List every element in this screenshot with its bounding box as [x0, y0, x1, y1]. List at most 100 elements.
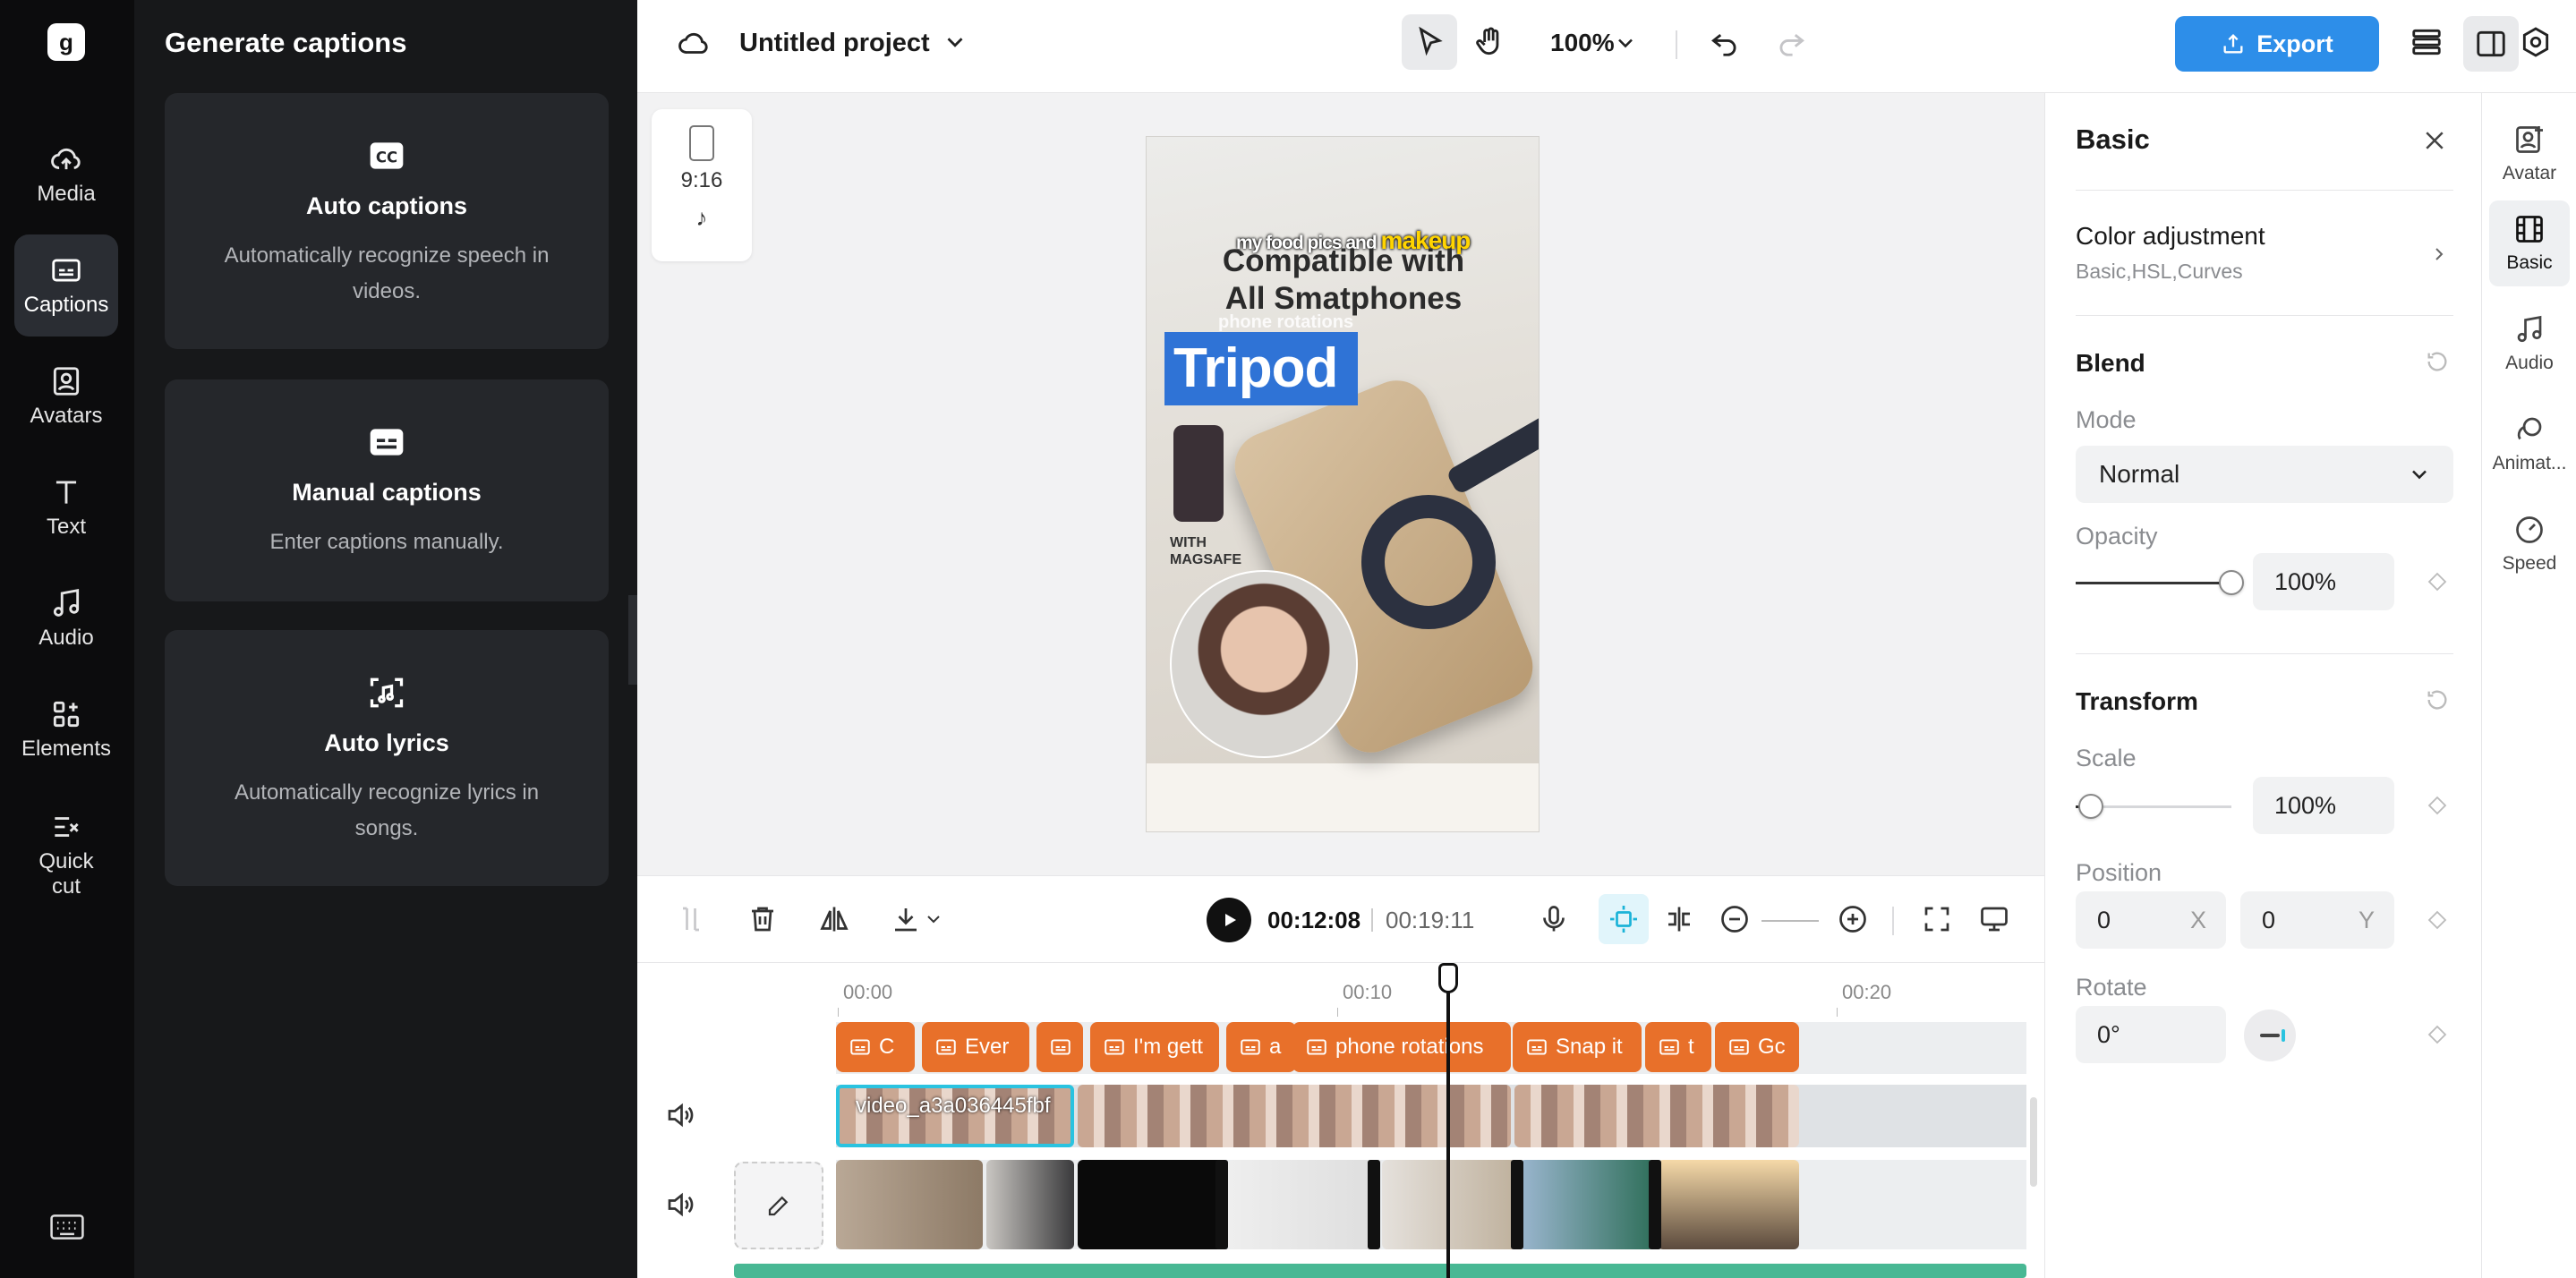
blend-mode-value: Normal — [2099, 460, 2180, 488]
fullscreen-button[interactable] — [1917, 899, 1957, 939]
keyframe-diamond-icon[interactable] — [2427, 795, 2448, 816]
rail-item-quick-cut[interactable]: Quick cut — [14, 797, 118, 913]
reset-icon[interactable] — [2425, 687, 2450, 712]
zoom-out-button[interactable] — [1715, 899, 1754, 939]
scale-input[interactable]: 100% — [2253, 777, 2394, 834]
rail-item-text[interactable]: Text — [14, 456, 118, 558]
right-rail-audio[interactable]: Audio — [2489, 301, 2570, 387]
project-title[interactable]: Untitled project — [739, 29, 930, 58]
timeline-scrollbar[interactable] — [2030, 1097, 2037, 1187]
zoom-out-icon — [1721, 906, 1748, 933]
record-voice-button[interactable] — [1534, 899, 1574, 939]
position-y-input[interactable]: 0 Y — [2240, 891, 2394, 949]
broll-clip[interactable] — [1520, 1160, 1654, 1249]
caption-clip[interactable]: Ever — [922, 1022, 1029, 1072]
broll-clip[interactable] — [1658, 1160, 1799, 1249]
aspect-ratio-selector[interactable]: 9:16 ♪ — [652, 109, 752, 261]
rail-item-elements[interactable]: Elements — [14, 678, 118, 780]
clip-trim-handle[interactable] — [1215, 1160, 1228, 1249]
preview-caption-word[interactable]: Tripod — [1164, 332, 1358, 405]
caption-clip[interactable]: I'm gett — [1090, 1022, 1219, 1072]
right-rail-basic[interactable]: Basic — [2489, 200, 2570, 286]
broll-clip[interactable] — [836, 1160, 983, 1249]
rotate-input[interactable]: 0° — [2076, 1006, 2226, 1063]
zoom-menu-button[interactable] — [1613, 30, 1638, 55]
snap-toggle[interactable] — [1599, 894, 1649, 944]
timeline-zoom-slider[interactable] — [1761, 920, 1819, 922]
rail-item-label: Audio — [38, 626, 94, 650]
keyframe-diamond-icon[interactable] — [2427, 909, 2448, 931]
keyframe-diamond-icon[interactable] — [2427, 1024, 2448, 1045]
broll-clip[interactable] — [1228, 1160, 1378, 1249]
caption-clip[interactable]: C — [836, 1022, 915, 1072]
caption-clip-text: Ever — [965, 1035, 1010, 1059]
text-icon — [55, 481, 77, 504]
keyframe-diamond-icon[interactable] — [2427, 571, 2448, 592]
settings-button[interactable] — [2519, 25, 2553, 59]
caption-clip[interactable]: Snap it — [1513, 1022, 1642, 1072]
opacity-slider[interactable] — [2076, 570, 2244, 595]
video-clip[interactable] — [1514, 1085, 1799, 1147]
project-menu-button[interactable] — [942, 29, 968, 55]
layers-button[interactable] — [2410, 25, 2444, 59]
preview-avatar-bubble[interactable] — [1170, 570, 1358, 758]
download-menu-button[interactable] — [920, 899, 947, 939]
play-button[interactable] — [1207, 898, 1251, 942]
slider-knob[interactable] — [2078, 794, 2104, 819]
panel-layout-button[interactable] — [2463, 16, 2519, 72]
clip-trim-handle[interactable] — [1368, 1160, 1380, 1249]
close-icon[interactable] — [2421, 127, 2448, 154]
manual-captions-card[interactable]: Manual captions Enter captions manually. — [165, 379, 609, 601]
caption-clip[interactable]: phone rotations — [1292, 1022, 1511, 1072]
select-tool-button[interactable] — [1402, 14, 1457, 70]
auto-captions-card[interactable]: CC Auto captions Automatically recognize… — [165, 93, 609, 349]
rail-item-captions[interactable]: Captions — [14, 234, 118, 337]
caption-clip[interactable]: a — [1226, 1022, 1296, 1072]
split-at-playhead-button[interactable] — [1659, 899, 1699, 939]
split-button[interactable] — [671, 899, 711, 939]
clip-trim-handle[interactable] — [1511, 1160, 1523, 1249]
scale-slider[interactable] — [2076, 794, 2231, 819]
rail-item-audio[interactable]: Audio — [14, 567, 118, 669]
video-clip-selected[interactable]: video_a3a036445fbf — [836, 1085, 1074, 1147]
right-tool-rail: Avatar Basic Audio Animat... Speed — [2481, 93, 2576, 1278]
blend-mode-select[interactable]: Normal — [2076, 446, 2453, 503]
right-rail-label: Speed — [2502, 553, 2557, 574]
edit-track-button[interactable] — [734, 1162, 823, 1249]
keyboard-icon[interactable] — [50, 1214, 84, 1240]
app-logo[interactable]: g — [47, 23, 85, 61]
delete-button[interactable] — [743, 899, 782, 939]
broll-clip[interactable] — [986, 1160, 1074, 1249]
opacity-input[interactable]: 100% — [2253, 553, 2394, 610]
cloud-sync-button[interactable] — [677, 27, 711, 61]
caption-clip[interactable]: t — [1645, 1022, 1711, 1072]
zoom-in-button[interactable] — [1833, 899, 1872, 939]
broll-clip[interactable] — [1078, 1160, 1224, 1249]
slider-knob[interactable] — [2219, 570, 2244, 595]
audio-track[interactable] — [734, 1264, 2026, 1278]
caption-clip[interactable] — [1036, 1022, 1083, 1072]
right-rail-animation[interactable]: Animat... — [2489, 401, 2570, 487]
auto-lyrics-card[interactable]: Auto lyrics Automatically recognize lyri… — [165, 630, 609, 886]
right-rail-avatar[interactable]: Avatar — [2489, 111, 2570, 197]
playhead-handle[interactable] — [1438, 963, 1458, 993]
caption-clip[interactable]: Gc — [1715, 1022, 1799, 1072]
video-preview[interactable]: my food pics and makeup Compatible with … — [1146, 136, 1540, 832]
reset-icon[interactable] — [2425, 349, 2450, 374]
position-x-input[interactable]: 0 X — [2076, 891, 2226, 949]
clip-trim-handle[interactable] — [1649, 1160, 1661, 1249]
zoom-level[interactable]: 100% — [1550, 29, 1615, 57]
export-button[interactable]: Export — [2175, 16, 2379, 72]
speaker-icon[interactable] — [664, 1099, 696, 1131]
hand-tool-button[interactable] — [1463, 14, 1518, 70]
rail-item-avatars[interactable]: Avatars — [14, 345, 118, 447]
rail-item-media[interactable]: Media — [14, 124, 118, 226]
preview-mode-button[interactable] — [1975, 899, 2014, 939]
undo-button[interactable] — [1708, 25, 1742, 59]
flip-button[interactable] — [815, 899, 854, 939]
rotate-dial[interactable] — [2244, 1010, 2296, 1061]
redo-button[interactable] — [1774, 25, 1808, 59]
speaker-icon[interactable] — [664, 1189, 696, 1221]
ruler-tick-label: 00:20 — [1842, 981, 1892, 1003]
right-rail-speed[interactable]: Speed — [2489, 501, 2570, 587]
